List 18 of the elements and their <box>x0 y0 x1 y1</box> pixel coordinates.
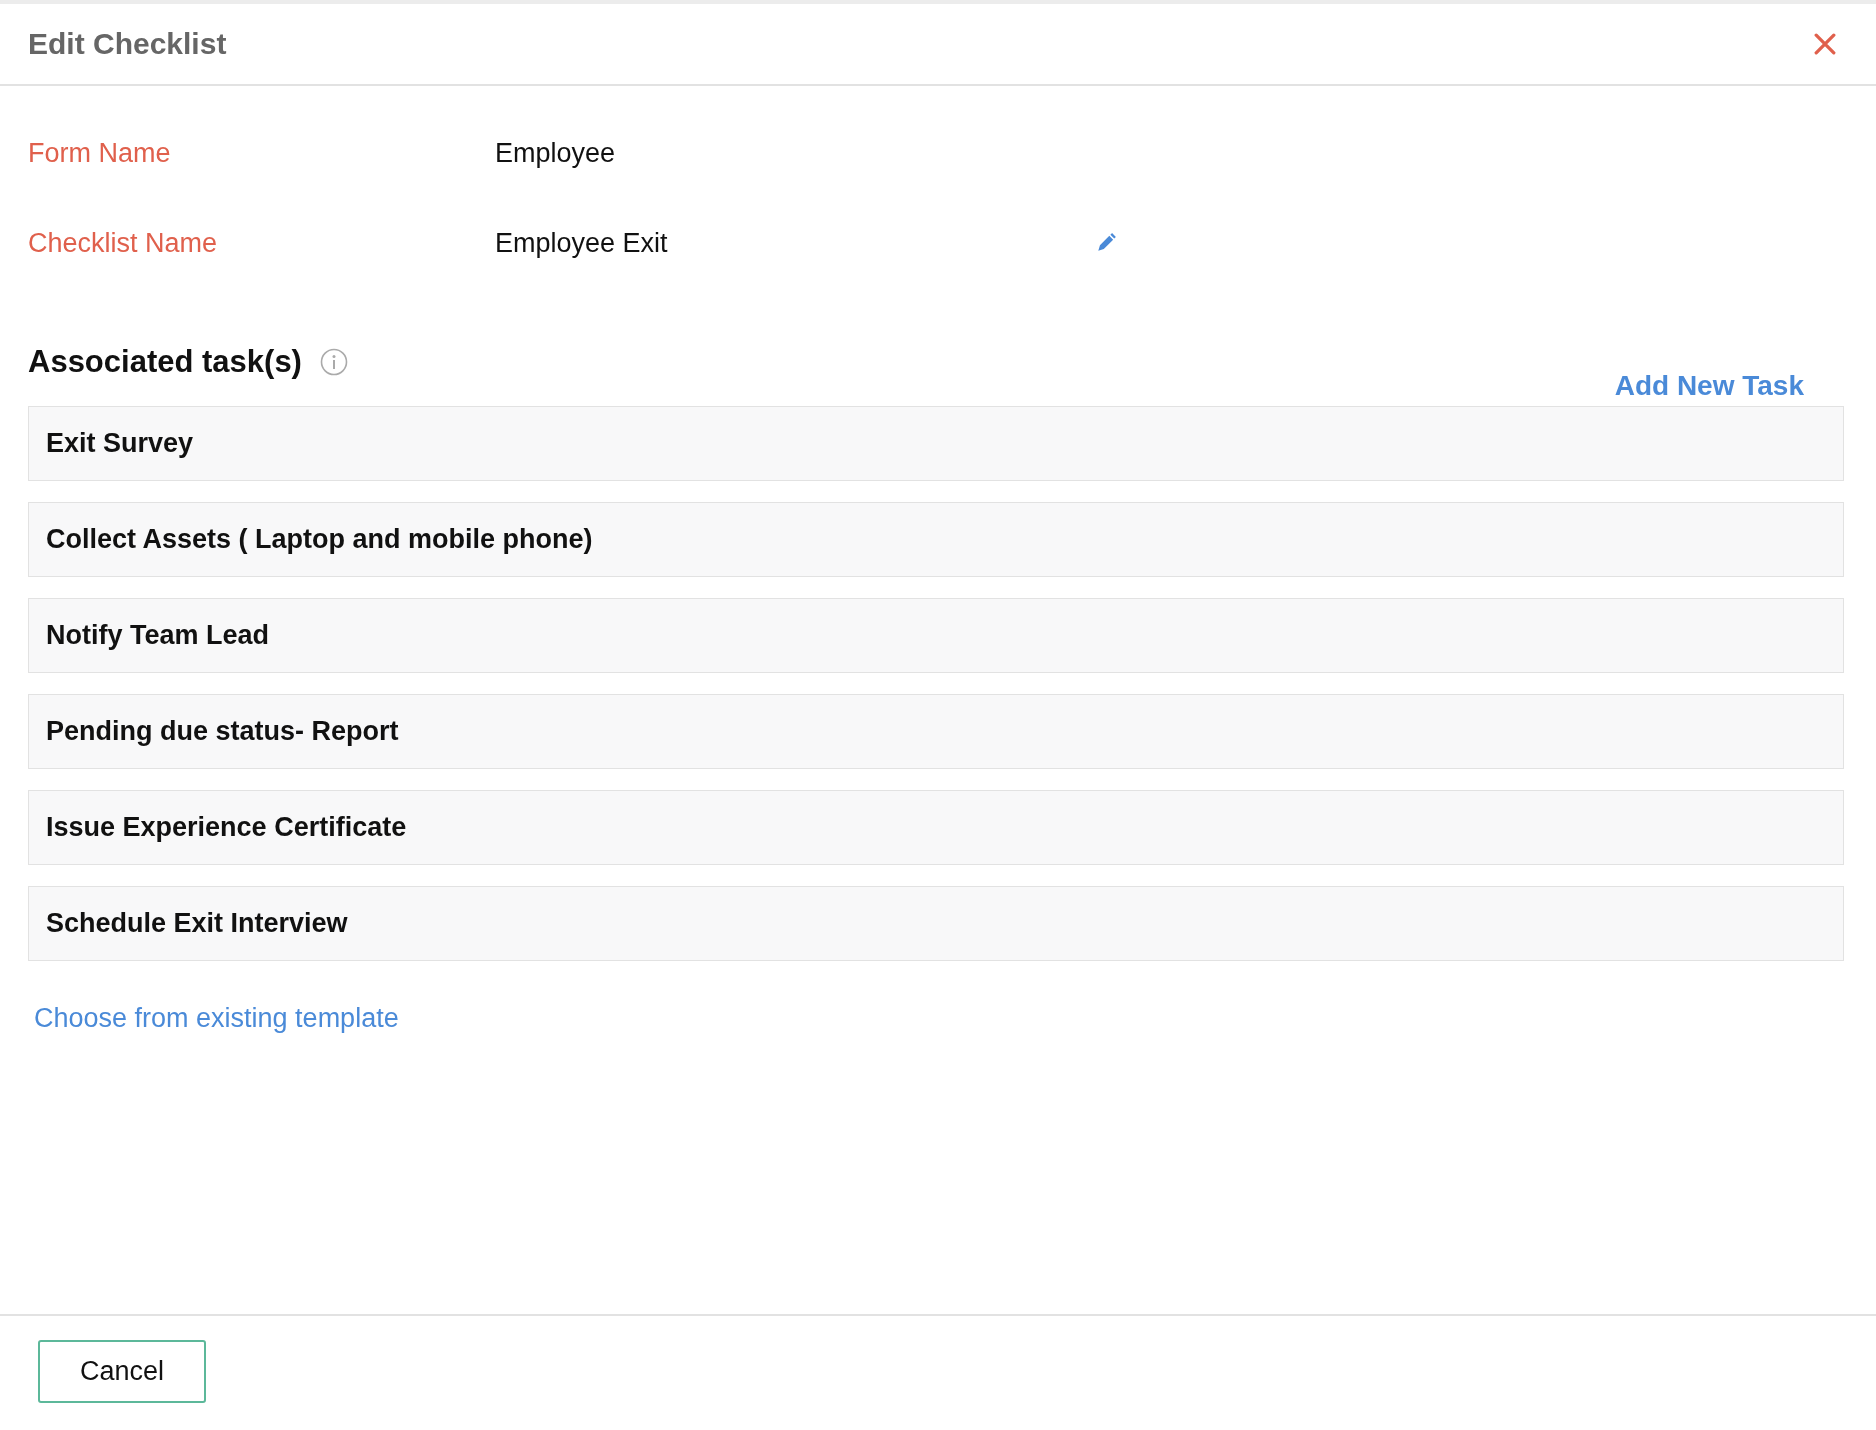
field-label: Form Name <box>28 137 172 169</box>
task-row[interactable]: Issue Experience Certificate <box>28 790 1844 865</box>
choose-template-link[interactable]: Choose from existing template <box>34 1003 399 1034</box>
task-row[interactable]: Notify Team Lead <box>28 598 1844 673</box>
dialog-title: Edit Checklist <box>28 27 227 61</box>
task-row[interactable]: Pending due status- Report <box>28 694 1844 769</box>
close-icon[interactable] <box>1814 33 1836 55</box>
section-heading: Associated task(s) <box>28 344 302 380</box>
pencil-icon[interactable] <box>1095 232 1117 254</box>
info-icon[interactable] <box>319 348 348 376</box>
task-row[interactable]: Collect Assets ( Laptop and mobile phone) <box>28 502 1844 577</box>
task-row[interactable]: Exit Survey <box>28 406 1844 481</box>
task-row[interactable]: Schedule Exit Interview <box>28 886 1844 961</box>
field-value: Employee <box>495 137 617 169</box>
add-new-task-link[interactable]: Add New Task <box>1614 370 1804 402</box>
field-label: Checklist Name <box>28 227 219 259</box>
field-value: Employee Exit <box>495 227 669 259</box>
cancel-button[interactable]: Cancel <box>38 1340 206 1403</box>
